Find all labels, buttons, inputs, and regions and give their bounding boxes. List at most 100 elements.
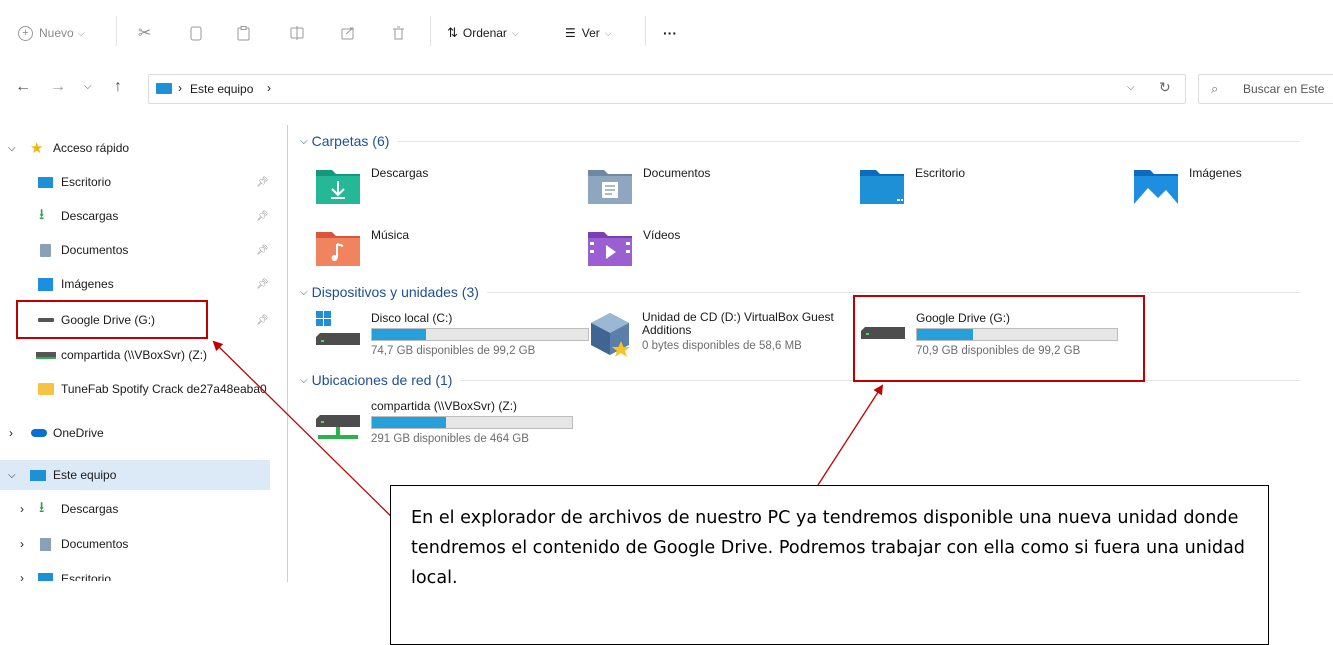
address-dropdown-icon[interactable]: ⌵: [1127, 82, 1135, 93]
star-icon: ★: [30, 140, 44, 157]
sidebar-onedrive[interactable]: › OneDrive: [0, 418, 270, 448]
collapse-chevron-icon: ⌵: [300, 135, 308, 147]
recent-chevron-icon[interactable]: ⌵: [84, 81, 92, 92]
annotation-callout: En el explorador de archivos de nuestro …: [390, 485, 1269, 645]
desktop-folder-icon: [860, 170, 904, 204]
sidebar-item-escritorio[interactable]: Escritorio 📌︎: [0, 167, 270, 197]
paste-icon[interactable]: [237, 24, 250, 42]
download-icon: ⭳: [39, 205, 45, 223]
breadcrumb-separator-icon: ›: [267, 81, 271, 95]
plus-icon: +: [18, 25, 33, 41]
network-drive-z[interactable]: compartida (\\VBoxSvr) (Z:) 291 GB dispo…: [316, 399, 596, 459]
sort-button[interactable]: ⇅ Ordenar ⌵: [447, 24, 519, 42]
expand-chevron-icon: ⌵: [8, 142, 16, 154]
folder-icon: [38, 383, 54, 395]
videos-folder-icon: [588, 232, 632, 266]
pin-icon: 📌︎: [256, 176, 269, 188]
cloud-icon: [31, 429, 47, 437]
virtualbox-cd-icon: [591, 313, 630, 357]
document-icon: [40, 243, 51, 257]
annotation-text: En el explorador de archivos de nuestro …: [411, 508, 1245, 588]
command-bar: + Nuevo ⌵ ✂ ⇅ Ordenar ⌵ ☰ Ver ⌵ ···: [0, 0, 1333, 64]
network-drive-icon: [316, 415, 360, 439]
drive-usage-bar: [371, 328, 589, 341]
breadcrumb-separator-icon: ›: [178, 81, 182, 95]
highlight-box-drive: [853, 295, 1145, 382]
collapse-chevron-icon: ⌵: [300, 286, 308, 298]
pin-icon: 📌︎: [256, 314, 269, 326]
pin-icon: 📌︎: [256, 244, 269, 256]
downloads-folder-icon: [316, 170, 360, 204]
cut-icon[interactable]: ✂: [138, 24, 151, 42]
sidebar-item-descargas[interactable]: ⭳ Descargas 📌︎: [0, 201, 270, 231]
network-drive-icon: [36, 351, 56, 359]
windows-drive-icon: [316, 311, 360, 345]
back-arrow-icon[interactable]: ←: [15, 78, 31, 96]
section-header-devices[interactable]: ⌵ Dispositivos y unidades (3): [300, 282, 1300, 302]
sidebar-quick-access[interactable]: ⌵ ★ Acceso rápido: [0, 133, 270, 163]
section-header-folders[interactable]: ⌵ Carpetas (6): [300, 131, 1300, 151]
folder-imagenes[interactable]: Imágenes: [1134, 164, 1333, 210]
refresh-icon[interactable]: ↻: [1159, 79, 1171, 96]
highlight-box-sidebar: [16, 300, 208, 339]
desktop-folder-icon: [38, 573, 53, 581]
desktop-folder-icon: [38, 176, 53, 188]
arrow-to-drive: [817, 384, 884, 486]
pictures-folder-icon: [1134, 170, 1178, 204]
chevron-down-icon: ⌵: [77, 27, 85, 38]
document-icon: [40, 537, 51, 551]
share-icon[interactable]: [341, 24, 355, 42]
collapse-chevron-icon: ⌵: [300, 374, 308, 386]
rename-icon[interactable]: [290, 24, 304, 42]
chevron-down-icon: ⌵: [604, 27, 612, 38]
more-options-button[interactable]: ···: [663, 24, 677, 42]
expand-chevron-icon: ⌵: [8, 469, 16, 481]
drive-c[interactable]: Disco local (C:) 74,7 GB disponibles de …: [316, 311, 596, 371]
computer-icon: [30, 469, 46, 481]
drive-usage-fill: [372, 329, 426, 340]
pin-icon: 📌︎: [256, 278, 269, 290]
pictures-icon: [38, 277, 53, 291]
delete-icon[interactable]: [392, 24, 405, 42]
folder-documentos[interactable]: Documentos: [588, 164, 848, 210]
sidebar-item-compartida[interactable]: compartida (\\VBoxSvr) (Z:): [0, 340, 270, 370]
sidebar-pc-documentos[interactable]: › Documentos: [0, 529, 270, 559]
sidebar-pc-escritorio[interactable]: › Escritorio: [0, 563, 270, 581]
address-bar[interactable]: › Este equipo › ⌵ ↻: [148, 74, 1186, 104]
drive-d-cd[interactable]: Unidad de CD (D:) VirtualBox Guest Addit…: [587, 311, 857, 371]
folder-videos[interactable]: Vídeos: [588, 226, 848, 272]
documents-folder-icon: [588, 170, 632, 204]
sidebar-pc-descargas[interactable]: › ⭳ Descargas: [0, 494, 270, 524]
pin-icon: 📌︎: [256, 210, 269, 222]
folder-musica[interactable]: Música: [316, 226, 576, 272]
view-icon: ☰: [565, 26, 576, 40]
folder-descargas[interactable]: Descargas: [316, 164, 576, 210]
search-box[interactable]: ⌕ Buscar en Este: [1198, 74, 1333, 104]
sidebar-item-imagenes[interactable]: Imágenes 📌︎: [0, 269, 270, 299]
copy-icon[interactable]: [190, 24, 202, 42]
chevron-down-icon: ⌵: [511, 27, 519, 38]
new-button[interactable]: + Nuevo ⌵: [18, 24, 85, 42]
expand-chevron-icon: ›: [20, 537, 24, 551]
expand-chevron-icon: ›: [20, 502, 24, 516]
expand-chevron-icon: ›: [9, 426, 13, 440]
drive-usage-fill: [372, 417, 446, 428]
download-icon: ⭳: [39, 498, 45, 516]
computer-icon: [156, 83, 172, 94]
up-arrow-icon[interactable]: ↑: [114, 78, 122, 96]
view-button[interactable]: ☰ Ver ⌵: [565, 24, 612, 42]
sidebar-item-documentos[interactable]: Documentos 📌︎: [0, 235, 270, 265]
sidebar-splitter[interactable]: [287, 125, 288, 582]
search-icon: ⌕: [1211, 81, 1219, 96]
sort-icon: ⇅: [447, 25, 458, 40]
breadcrumb-este-equipo[interactable]: Este equipo: [190, 82, 253, 96]
sidebar-este-equipo[interactable]: ⌵ Este equipo: [0, 460, 270, 490]
section-header-network[interactable]: ⌵ Ubicaciones de red (1): [300, 370, 1300, 390]
folder-escritorio[interactable]: Escritorio: [860, 164, 1120, 210]
search-placeholder: Buscar en Este: [1243, 82, 1325, 96]
expand-chevron-icon: ›: [20, 571, 24, 581]
music-folder-icon: [316, 232, 360, 266]
drive-usage-bar: [371, 416, 573, 429]
forward-arrow-icon[interactable]: →: [50, 78, 66, 96]
sidebar-item-tunefab[interactable]: TuneFab Spotify Crack de27a48eaba0: [0, 374, 270, 404]
